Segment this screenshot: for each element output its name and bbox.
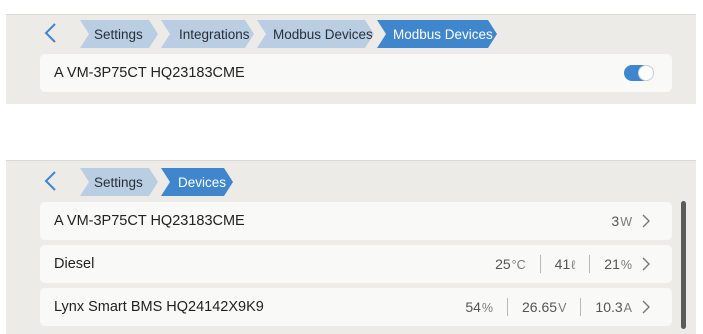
value-number: 54 [465,299,481,315]
value-divider [539,255,541,273]
chevron-left-icon [44,171,56,191]
devices-panel: Settings Devices A VM-3P75CT HQ23183CME … [6,160,696,334]
value-unit: V [558,301,567,315]
breadcrumb-integrations[interactable]: Integrations [161,20,254,48]
value-number: 41 [554,256,571,272]
device-name: A VM-3P75CT HQ23183CME [54,65,245,81]
scrollbar[interactable] [681,201,686,329]
chevron-right-icon [640,299,652,315]
device-name: Lynx Smart BMS HQ24142X9K9 [54,299,264,315]
value-divider [507,298,509,316]
device-values: 25 °C 41 ℓ 21% [495,255,632,273]
device-value: 26.65 V [522,299,566,315]
breadcrumb-settings[interactable]: Settings [80,168,158,196]
device-name: A VM-3P75CT HQ23183CME [54,213,245,229]
value-unit: A [623,301,632,315]
toggle-knob [638,65,654,81]
breadcrumb-settings[interactable]: Settings [80,20,158,48]
back-button[interactable] [42,21,60,45]
list-item-device[interactable]: Lynx Smart BMS HQ24142X9K9 54% 26.65 V 10… [40,288,672,326]
device-value: 25 °C [495,256,526,272]
value-divider [580,298,582,316]
value-number: 10.3 [595,299,623,315]
back-button[interactable] [42,169,60,193]
breadcrumb: Settings Devices [80,168,236,196]
value-unit: % [620,258,632,272]
value-divider [589,255,591,273]
breadcrumb-modbus-devices[interactable]: Modbus Devices [257,20,374,48]
breadcrumb-devices-current[interactable]: Devices [161,168,233,196]
value-number: 26.65 [522,299,558,315]
device-value: 3W [611,213,632,229]
list-item-device[interactable]: Diesel 25 °C 41 ℓ 21% [40,245,672,283]
value-unit: °C [511,258,526,272]
value-unit: W [620,215,632,229]
device-values: 54% 26.65 V 10.3 A [465,298,632,316]
device-values: 3W [611,213,632,229]
value-number: 21 [604,256,620,272]
list-item-modbus-device[interactable]: A VM-3P75CT HQ23183CME [40,54,672,92]
value-number: 3 [611,213,620,229]
modbus-devices-panel: Settings Integrations Modbus Devices Mod… [6,14,696,104]
device-value: 21% [604,256,632,272]
device-value: 54% [465,299,493,315]
value-unit: ℓ [571,258,576,272]
device-enable-toggle[interactable] [624,65,654,81]
chevron-left-icon [44,23,56,43]
chevron-right-icon [640,213,652,229]
breadcrumb-modbus-devices-current[interactable]: Modbus Devices [377,20,497,48]
device-value: 10.3 A [595,299,632,315]
list-item-device[interactable]: A VM-3P75CT HQ23183CME 3W [40,202,672,240]
value-unit: % [481,301,494,315]
value-number: 25 [495,256,511,272]
device-name: Diesel [54,256,95,272]
device-value: 41 ℓ [555,256,576,272]
breadcrumb: Settings Integrations Modbus Devices Mod… [80,20,500,48]
chevron-right-icon [640,256,652,272]
